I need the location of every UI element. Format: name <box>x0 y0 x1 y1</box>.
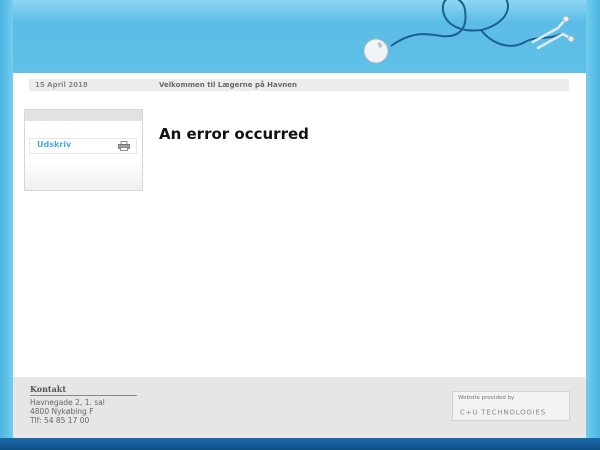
bottom-band <box>0 438 600 450</box>
error-heading: An error occurred <box>159 125 309 143</box>
date-display: 15 April 2018 <box>29 79 153 91</box>
contact-heading: Kontakt <box>30 384 67 394</box>
address-line-1: Havnegade 2, 1. sal <box>30 398 105 407</box>
contact-divider <box>30 395 137 396</box>
provider-logo-text: C+U TECHNOLOGIES <box>460 409 546 417</box>
right-border <box>586 0 600 450</box>
computer-mouse-icon <box>363 38 389 64</box>
print-link-row[interactable]: Udskriv <box>29 138 137 154</box>
print-link[interactable]: Udskriv <box>37 140 71 149</box>
welcome-message: Velkommen til Lægerne på Havnen <box>153 79 569 91</box>
sidebar-box: Udskriv <box>24 109 143 191</box>
header-graphic <box>363 0 575 64</box>
sidebar-box-header <box>25 110 142 121</box>
phone-number: Tlf: 54 85 17 00 <box>30 416 90 425</box>
printer-icon[interactable] <box>118 141 130 151</box>
sidebar-box-fade <box>25 160 142 190</box>
provider-badge[interactable]: Website provided by C+U TECHNOLOGIES <box>452 391 570 421</box>
provider-label: Website provided by <box>458 395 515 401</box>
stethoscope-icon <box>531 15 575 50</box>
content-area: 15 April 2018 Velkommen til Lægerne på H… <box>13 73 586 377</box>
address-line-2: 4800 Nykøbing F <box>30 407 94 416</box>
footer: Kontakt Havnegade 2, 1. sal 4800 Nykøbin… <box>13 377 586 438</box>
site-header <box>13 0 586 73</box>
left-border <box>0 0 13 450</box>
provider-logo[interactable]: C+U TECHNOLOGIES <box>458 406 564 417</box>
